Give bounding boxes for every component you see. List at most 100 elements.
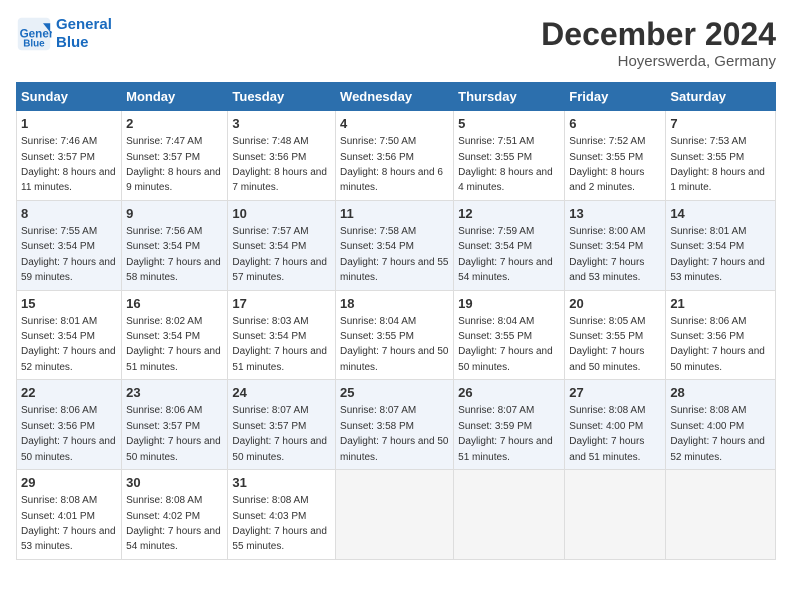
day-number: 17: [232, 295, 331, 313]
daylight-info: Daylight: 8 hours and 2 minutes.: [569, 167, 644, 193]
sunrise-info: Sunrise: 7:56 AM: [126, 226, 202, 237]
day-number: 24: [232, 384, 331, 402]
day-number: 16: [126, 295, 223, 313]
daylight-info: Daylight: 7 hours and 52 minutes.: [21, 346, 116, 372]
day-number: 11: [340, 205, 449, 223]
calendar-cell: 14 Sunrise: 8:01 AM Sunset: 3:54 PM Dayl…: [666, 200, 776, 290]
calendar-cell: 19 Sunrise: 8:04 AM Sunset: 3:55 PM Dayl…: [454, 290, 565, 380]
day-number: 19: [458, 295, 560, 313]
day-number: 31: [232, 474, 331, 492]
daylight-info: Daylight: 7 hours and 52 minutes.: [670, 436, 765, 462]
calendar-cell: [454, 470, 565, 560]
daylight-info: Daylight: 7 hours and 59 minutes.: [21, 257, 116, 283]
calendar-cell: 20 Sunrise: 8:05 AM Sunset: 3:55 PM Dayl…: [565, 290, 666, 380]
col-sunday: Sunday: [17, 83, 122, 111]
page-header: General Blue General Blue December 2024 …: [16, 16, 776, 70]
calendar-cell: 12 Sunrise: 7:59 AM Sunset: 3:54 PM Dayl…: [454, 200, 565, 290]
calendar-cell: 18 Sunrise: 8:04 AM Sunset: 3:55 PM Dayl…: [336, 290, 454, 380]
day-number: 20: [569, 295, 661, 313]
sunset-info: Sunset: 3:54 PM: [21, 331, 95, 342]
sunset-info: Sunset: 3:54 PM: [569, 241, 643, 252]
calendar-cell: 26 Sunrise: 8:07 AM Sunset: 3:59 PM Dayl…: [454, 380, 565, 470]
day-number: 29: [21, 474, 117, 492]
sunset-info: Sunset: 3:57 PM: [126, 421, 200, 432]
title-block: December 2024 Hoyerswerda, Germany: [541, 16, 776, 70]
day-number: 28: [670, 384, 771, 402]
calendar-cell: 25 Sunrise: 8:07 AM Sunset: 3:58 PM Dayl…: [336, 380, 454, 470]
daylight-info: Daylight: 7 hours and 57 minutes.: [232, 257, 327, 283]
sunrise-info: Sunrise: 7:58 AM: [340, 226, 416, 237]
logo-text: General: [56, 17, 112, 34]
daylight-info: Daylight: 7 hours and 50 minutes.: [670, 346, 765, 372]
sunrise-info: Sunrise: 8:07 AM: [458, 405, 534, 416]
sunrise-info: Sunrise: 7:46 AM: [21, 136, 97, 147]
calendar-cell: 28 Sunrise: 8:08 AM Sunset: 4:00 PM Dayl…: [666, 380, 776, 470]
sunrise-info: Sunrise: 8:07 AM: [232, 405, 308, 416]
sunrise-info: Sunrise: 8:06 AM: [126, 405, 202, 416]
sunset-info: Sunset: 3:56 PM: [670, 331, 744, 342]
calendar-cell: 6 Sunrise: 7:52 AM Sunset: 3:55 PM Dayli…: [565, 111, 666, 201]
sunset-info: Sunset: 3:59 PM: [458, 421, 532, 432]
day-number: 30: [126, 474, 223, 492]
calendar-cell: 8 Sunrise: 7:55 AM Sunset: 3:54 PM Dayli…: [17, 200, 122, 290]
page-subtitle: Hoyerswerda, Germany: [541, 53, 776, 70]
calendar-cell: 21 Sunrise: 8:06 AM Sunset: 3:56 PM Dayl…: [666, 290, 776, 380]
calendar-cell: 9 Sunrise: 7:56 AM Sunset: 3:54 PM Dayli…: [122, 200, 228, 290]
calendar-cell: 17 Sunrise: 8:03 AM Sunset: 3:54 PM Dayl…: [228, 290, 336, 380]
calendar-week-row: 29 Sunrise: 8:08 AM Sunset: 4:01 PM Dayl…: [17, 470, 776, 560]
sunset-info: Sunset: 3:58 PM: [340, 421, 414, 432]
day-number: 10: [232, 205, 331, 223]
daylight-info: Daylight: 7 hours and 55 minutes.: [340, 257, 448, 283]
sunset-info: Sunset: 3:57 PM: [232, 421, 306, 432]
sunset-info: Sunset: 3:54 PM: [126, 331, 200, 342]
day-number: 14: [670, 205, 771, 223]
calendar-cell: 16 Sunrise: 8:02 AM Sunset: 3:54 PM Dayl…: [122, 290, 228, 380]
sunrise-info: Sunrise: 8:04 AM: [458, 316, 534, 327]
daylight-info: Daylight: 7 hours and 51 minutes.: [126, 346, 221, 372]
logo: General Blue General Blue: [16, 16, 112, 52]
daylight-info: Daylight: 8 hours and 4 minutes.: [458, 167, 553, 193]
sunset-info: Sunset: 4:02 PM: [126, 511, 200, 522]
calendar-week-row: 15 Sunrise: 8:01 AM Sunset: 3:54 PM Dayl…: [17, 290, 776, 380]
sunrise-info: Sunrise: 7:51 AM: [458, 136, 534, 147]
daylight-info: Daylight: 7 hours and 53 minutes.: [670, 257, 765, 283]
daylight-info: Daylight: 7 hours and 51 minutes.: [569, 436, 644, 462]
sunrise-info: Sunrise: 7:48 AM: [232, 136, 308, 147]
day-number: 2: [126, 115, 223, 133]
sunrise-info: Sunrise: 7:59 AM: [458, 226, 534, 237]
sunset-info: Sunset: 3:54 PM: [21, 241, 95, 252]
day-number: 23: [126, 384, 223, 402]
sunrise-info: Sunrise: 8:08 AM: [232, 495, 308, 506]
calendar-week-row: 22 Sunrise: 8:06 AM Sunset: 3:56 PM Dayl…: [17, 380, 776, 470]
sunset-info: Sunset: 3:55 PM: [670, 152, 744, 163]
sunset-info: Sunset: 4:03 PM: [232, 511, 306, 522]
calendar-week-row: 8 Sunrise: 7:55 AM Sunset: 3:54 PM Dayli…: [17, 200, 776, 290]
sunset-info: Sunset: 3:55 PM: [458, 152, 532, 163]
sunrise-info: Sunrise: 8:01 AM: [670, 226, 746, 237]
sunrise-info: Sunrise: 8:00 AM: [569, 226, 645, 237]
daylight-info: Daylight: 7 hours and 50 minutes.: [340, 436, 448, 462]
day-number: 12: [458, 205, 560, 223]
sunrise-info: Sunrise: 8:06 AM: [21, 405, 97, 416]
sunrise-info: Sunrise: 8:08 AM: [21, 495, 97, 506]
calendar-header-row: Sunday Monday Tuesday Wednesday Thursday…: [17, 83, 776, 111]
day-number: 18: [340, 295, 449, 313]
day-number: 27: [569, 384, 661, 402]
sunrise-info: Sunrise: 8:03 AM: [232, 316, 308, 327]
calendar-cell: 31 Sunrise: 8:08 AM Sunset: 4:03 PM Dayl…: [228, 470, 336, 560]
calendar-cell: 30 Sunrise: 8:08 AM Sunset: 4:02 PM Dayl…: [122, 470, 228, 560]
sunset-info: Sunset: 4:00 PM: [569, 421, 643, 432]
calendar-cell: 4 Sunrise: 7:50 AM Sunset: 3:56 PM Dayli…: [336, 111, 454, 201]
svg-text:Blue: Blue: [23, 39, 45, 50]
col-friday: Friday: [565, 83, 666, 111]
col-saturday: Saturday: [666, 83, 776, 111]
daylight-info: Daylight: 7 hours and 50 minutes.: [21, 436, 116, 462]
col-thursday: Thursday: [454, 83, 565, 111]
day-number: 9: [126, 205, 223, 223]
daylight-info: Daylight: 8 hours and 6 minutes.: [340, 167, 443, 193]
sunset-info: Sunset: 3:57 PM: [21, 152, 95, 163]
calendar-cell: 15 Sunrise: 8:01 AM Sunset: 3:54 PM Dayl…: [17, 290, 122, 380]
calendar-cell: 24 Sunrise: 8:07 AM Sunset: 3:57 PM Dayl…: [228, 380, 336, 470]
sunrise-info: Sunrise: 8:08 AM: [670, 405, 746, 416]
sunset-info: Sunset: 3:56 PM: [232, 152, 306, 163]
